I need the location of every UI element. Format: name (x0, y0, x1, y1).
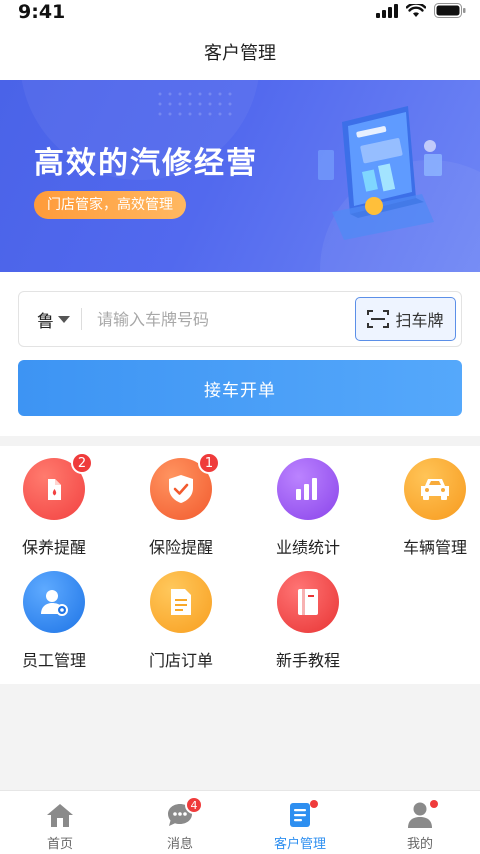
insurance-badge: 1 (198, 452, 220, 474)
bottom-tab-bar: 首页 4 消息 客户管理 我的 (0, 790, 480, 854)
messages-badge: 4 (185, 796, 203, 814)
page-title: 客户管理 (204, 43, 276, 64)
open-order-button[interactable]: 接车开单 (18, 360, 462, 416)
tab-profile[interactable]: 我的 (360, 791, 480, 854)
staff-icon (23, 571, 85, 633)
tab-messages-label: 消息 (166, 837, 193, 852)
shield-glyph (169, 475, 193, 503)
scan-plate-button[interactable]: 扫车牌 (355, 297, 456, 341)
feature-label: 车辆管理 (402, 538, 467, 557)
tab-home[interactable]: 首页 (0, 791, 120, 854)
bar-chart-glyph (296, 478, 317, 500)
province-selector[interactable]: 鲁 (37, 292, 70, 346)
dashboard-illustration-icon (318, 106, 442, 240)
feature-label: 保险提醒 (148, 538, 213, 557)
tab-customer-management[interactable]: 客户管理 (240, 791, 360, 854)
feature-performance-stats[interactable]: 业绩统计 (248, 458, 368, 558)
customer-list-icon (285, 800, 318, 830)
banner-title: 高效的汽修经营 (34, 146, 258, 181)
tab-customer-label: 客户管理 (273, 837, 326, 852)
profile-tab-dot (430, 800, 438, 808)
nav-bar: 客户管理 (0, 24, 480, 80)
car-icon (404, 458, 466, 520)
promo-banner[interactable]: 高效的汽修经营 门店管家，高效管理 (0, 80, 480, 272)
tab-profile-label: 我的 (406, 837, 433, 852)
feature-vehicle-management[interactable]: 车辆管理 (375, 458, 480, 558)
plate-number-input[interactable] (97, 304, 347, 334)
feature-beginner-tutorial[interactable]: 新手教程 (248, 571, 368, 671)
feature-label: 保养提醒 (21, 538, 86, 557)
scan-icon (367, 310, 390, 328)
status-icons (376, 3, 466, 18)
chat-icon: 4 (165, 796, 203, 830)
document-glyph (171, 589, 191, 615)
oil-can-icon: 2 (23, 452, 93, 520)
feature-label: 门店订单 (148, 651, 213, 670)
home-icon (45, 800, 75, 830)
divider (81, 308, 82, 330)
wifi-icon (406, 3, 426, 17)
status-time: 9:41 (18, 1, 66, 23)
feature-store-orders[interactable]: 门店订单 (121, 571, 241, 671)
plate-input-box: 鲁 扫车牌 (18, 291, 462, 347)
feature-label: 业绩统计 (275, 538, 340, 557)
feature-label: 员工管理 (21, 651, 86, 670)
plate-search-section: 鲁 扫车牌 接车开单 (0, 272, 480, 436)
book-glyph (298, 589, 318, 615)
feature-grid: 2 保养提醒 1 保险提醒 业绩统计 车辆管理 员工管理 门店订单 新手教程 (0, 446, 480, 684)
feature-maintenance-reminder[interactable]: 2 保养提醒 (0, 452, 114, 558)
province-value: 鲁 (37, 311, 54, 332)
book-icon (277, 571, 339, 633)
staff-glyph (41, 590, 68, 616)
shield-check-icon: 1 (150, 452, 220, 520)
feature-label: 新手教程 (275, 651, 340, 670)
feature-insurance-reminder[interactable]: 1 保险提醒 (121, 452, 241, 558)
battery-icon (434, 3, 466, 18)
scan-plate-label: 扫车牌 (395, 311, 444, 330)
profile-icon (405, 800, 438, 830)
bar-chart-icon (277, 458, 339, 520)
customer-tab-dot (310, 800, 318, 808)
banner-tag: 门店管家，高效管理 (34, 191, 186, 219)
car-glyph (421, 479, 449, 500)
oil-can-glyph (48, 479, 61, 500)
tab-messages[interactable]: 4 消息 (120, 791, 240, 854)
signal-icon (376, 3, 398, 18)
maintenance-badge: 2 (71, 452, 93, 474)
tab-home-label: 首页 (46, 837, 73, 852)
status-bar: 9:41 (0, 0, 480, 24)
chevron-down-icon (58, 315, 70, 323)
feature-staff-management[interactable]: 员工管理 (0, 571, 114, 671)
document-icon (150, 571, 212, 633)
